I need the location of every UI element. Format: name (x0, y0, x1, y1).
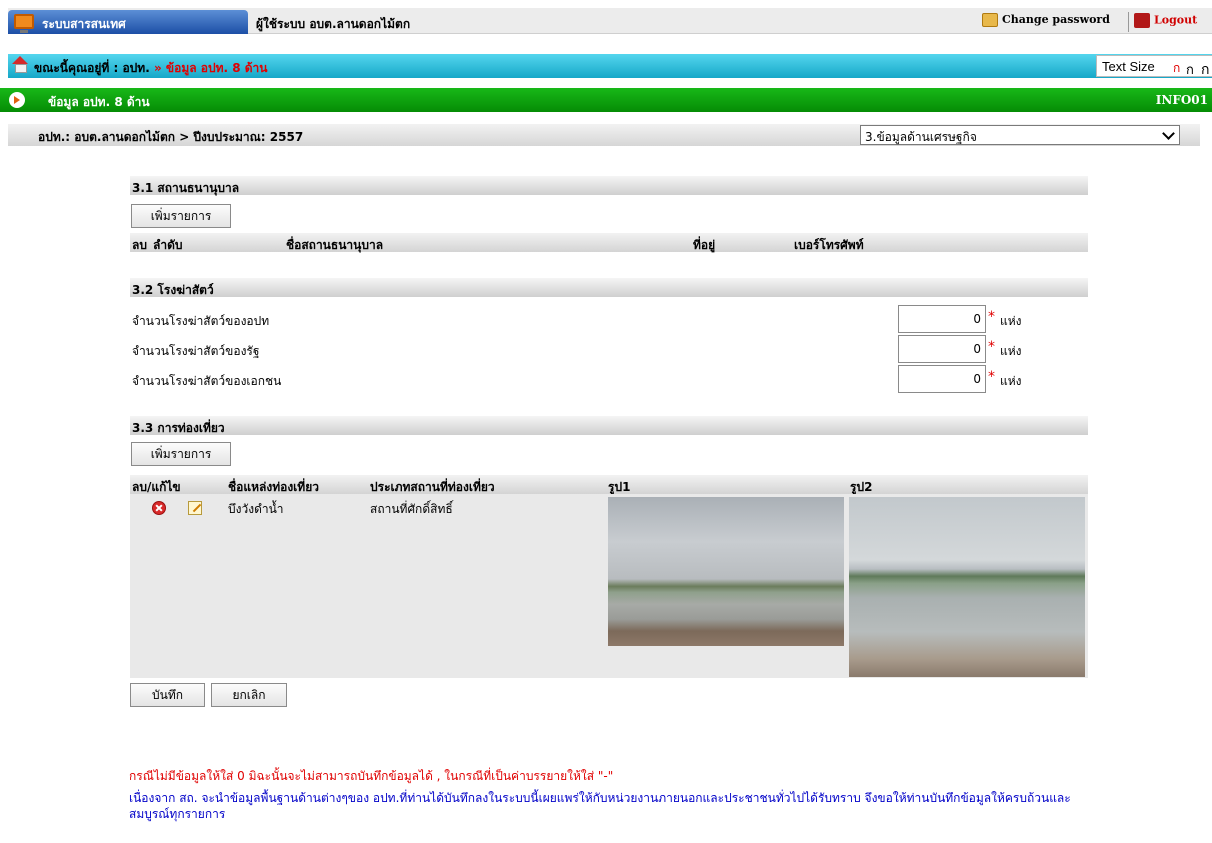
slaughter-private-input[interactable]: 0 (898, 365, 986, 393)
col-address: ที่อยู่ (693, 238, 716, 252)
breadcrumb-separator: » (153, 61, 162, 75)
unit-label: แห่ง (1000, 314, 1022, 328)
slaughter-label-private: จำนวนโรงฆ่าสัตว์ของเอกชน (132, 374, 282, 388)
logout-icon (1134, 13, 1150, 28)
unit-label: แห่ง (1000, 344, 1022, 358)
nursery-table-header: ลบ ลำดับ ชื่อสถานธนานุบาล ที่อยู่ เบอร์โ… (130, 233, 1088, 252)
slaughter-label-state: จำนวนโรงฆ่าสัตว์ของรัฐ (132, 344, 260, 358)
category-select[interactable]: 3.ข้อมูลด้านเศรษฐกิจ (860, 125, 1180, 145)
section-bar: ข้อมูล อปท. 8 ด้าน INFO01 (0, 88, 1212, 112)
breadcrumb-prefix: ขณะนี้คุณอยู่ที่ : (34, 61, 119, 75)
breadcrumb: ขณะนี้คุณอยู่ที่ : อปท. » ข้อมูล อปท. 8 … (8, 54, 1212, 78)
note-disclosure: เนื่องจาก สถ. จะนำข้อมูลพื้นฐานด้านต่างๆ… (129, 791, 1071, 821)
save-button[interactable]: บันทึก (130, 683, 205, 707)
chevron-down-icon (1162, 127, 1175, 140)
text-size-control: Text Size ก ก ก (1096, 55, 1212, 80)
slaughter-local-input[interactable]: 0 (898, 305, 986, 333)
text-size-large[interactable]: ก (1201, 59, 1209, 81)
text-size-label: Text Size (1102, 59, 1155, 74)
change-password-label: Change password (1002, 13, 1110, 26)
slaughter-row: จำนวนโรงฆ่าสัตว์ของเอกชน 0 * แห่ง (130, 365, 1088, 393)
change-password-link[interactable]: Change password (982, 13, 1110, 33)
attraction-type: สถานที่ศักดิ์สิทธิ์ (370, 502, 453, 516)
photo-1 (608, 497, 844, 646)
tourism-heading: 3.3 การท่องเที่ยว (130, 416, 1088, 435)
required-mark: * (988, 369, 995, 385)
slaughter-row: จำนวนโรงฆ่าสัตว์ของอปท 0 * แห่ง (130, 305, 1088, 333)
col-nursery-name: ชื่อสถานธนานุบาล (286, 238, 384, 252)
section-code: INFO01 (1155, 93, 1208, 107)
arrow-right-icon (9, 92, 25, 108)
section-title: ข้อมูล อปท. 8 ด้าน (48, 95, 150, 109)
slaughter-row: จำนวนโรงฆ่าสัตว์ของรัฐ 0 * แห่ง (130, 335, 1088, 363)
cancel-button[interactable]: ยกเลิก (211, 683, 287, 707)
slaughter-heading: 3.2 โรงฆ่าสัตว์ (130, 278, 1088, 297)
breadcrumb-text: ขณะนี้คุณอยู่ที่ : อปท. » ข้อมูล อปท. 8 … (34, 59, 268, 78)
col-delete: ลบ (132, 238, 147, 252)
text-size-small[interactable]: ก (1173, 59, 1180, 78)
user-label: ผู้ใช้ระบบ อบต.ลานดอกไม้ตก (256, 17, 411, 31)
delete-icon[interactable] (152, 501, 166, 515)
tourism-table-header: ลบ/แก้ไข ชื่อแหล่งท่องเที่ยว ประเภทสถานท… (130, 475, 1088, 494)
monitor-icon (14, 14, 34, 33)
breadcrumb-level1[interactable]: อปท. (122, 61, 149, 75)
key-icon (982, 13, 998, 27)
col-phone: เบอร์โทรศัพท์ (794, 238, 864, 252)
category-selected-value: 3.ข้อมูลด้านเศรษฐกิจ (865, 130, 977, 144)
system-tab[interactable]: ระบบสารสนเทศ (8, 10, 248, 34)
col-order: ลำดับ (153, 238, 183, 252)
add-nursery-button[interactable]: เพิ่มรายการ (131, 204, 231, 228)
slaughter-label-local: จำนวนโรงฆ่าสัตว์ของอปท (132, 314, 270, 328)
add-tourism-button[interactable]: เพิ่มรายการ (131, 442, 231, 466)
logout-label: Logout (1154, 13, 1198, 27)
photo-2 (849, 497, 1085, 677)
attraction-name: บึงวังดำน้ำ (228, 502, 284, 516)
edit-icon[interactable] (188, 501, 202, 515)
system-tab-label: ระบบสารสนเทศ (42, 17, 126, 31)
org-year-info: อปท.: อบต.ลานดอกไม้ตก > ปีงบประมาณ: 2557 (38, 130, 304, 144)
divider (1128, 12, 1129, 32)
unit-label: แห่ง (1000, 374, 1022, 388)
required-mark: * (988, 339, 995, 355)
home-icon[interactable] (12, 56, 28, 73)
slaughter-state-input[interactable]: 0 (898, 335, 986, 363)
required-mark: * (988, 309, 995, 325)
logout-link[interactable]: Logout (1134, 13, 1197, 28)
note-required: กรณีไม่มีข้อมูลให้ใส่ 0 มิฉะนั้นจะไม่สาม… (129, 769, 614, 783)
text-size-medium[interactable]: ก (1186, 59, 1194, 80)
nursery-heading: 3.1 สถานธนานุบาล (130, 176, 1088, 195)
breadcrumb-current: ข้อมูล อปท. 8 ด้าน (165, 61, 268, 75)
